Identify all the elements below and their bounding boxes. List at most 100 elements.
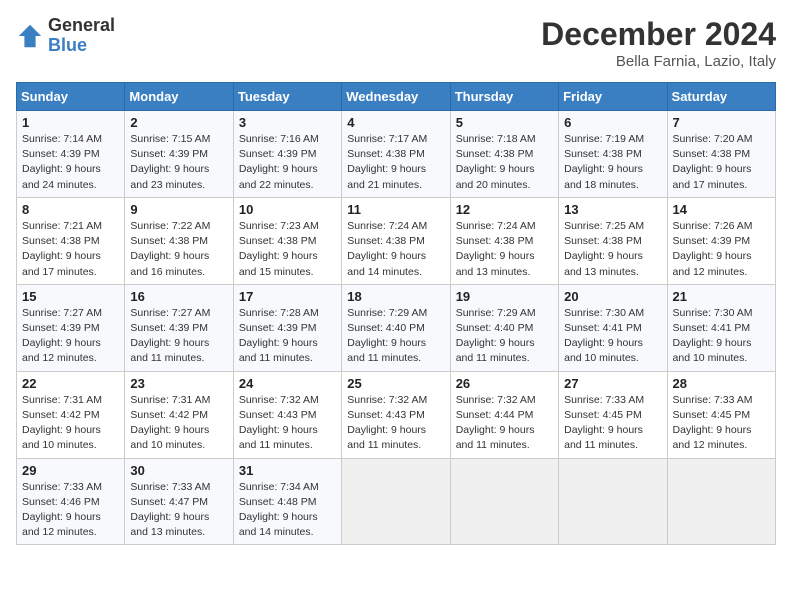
calendar-week-1: 1 Sunrise: 7:14 AMSunset: 4:39 PMDaylight… <box>17 111 776 198</box>
weekday-header-saturday: Saturday <box>667 83 775 111</box>
calendar-table: SundayMondayTuesdayWednesdayThursdayFrid… <box>16 82 776 545</box>
day-number: 31 <box>239 463 336 478</box>
day-info: Sunrise: 7:27 AMSunset: 4:39 PMDaylight:… <box>22 306 119 367</box>
calendar-cell: 6 Sunrise: 7:19 AMSunset: 4:38 PMDaylight… <box>559 111 667 198</box>
calendar-cell: 7 Sunrise: 7:20 AMSunset: 4:38 PMDaylight… <box>667 111 775 198</box>
day-info: Sunrise: 7:27 AMSunset: 4:39 PMDaylight:… <box>130 306 227 367</box>
calendar-cell: 27 Sunrise: 7:33 AMSunset: 4:45 PMDayligh… <box>559 371 667 458</box>
calendar-cell: 29 Sunrise: 7:33 AMSunset: 4:46 PMDayligh… <box>17 458 125 545</box>
day-info: Sunrise: 7:31 AMSunset: 4:42 PMDaylight:… <box>130 393 227 454</box>
calendar-week-2: 8 Sunrise: 7:21 AMSunset: 4:38 PMDaylight… <box>17 197 776 284</box>
day-number: 11 <box>347 202 444 217</box>
calendar-cell: 16 Sunrise: 7:27 AMSunset: 4:39 PMDayligh… <box>125 284 233 371</box>
day-info: Sunrise: 7:32 AMSunset: 4:43 PMDaylight:… <box>239 393 336 454</box>
calendar-week-3: 15 Sunrise: 7:27 AMSunset: 4:39 PMDayligh… <box>17 284 776 371</box>
calendar-cell: 11 Sunrise: 7:24 AMSunset: 4:38 PMDayligh… <box>342 197 450 284</box>
day-info: Sunrise: 7:33 AMSunset: 4:45 PMDaylight:… <box>564 393 661 454</box>
day-number: 23 <box>130 376 227 391</box>
day-info: Sunrise: 7:21 AMSunset: 4:38 PMDaylight:… <box>22 219 119 280</box>
day-info: Sunrise: 7:14 AMSunset: 4:39 PMDaylight:… <box>22 132 119 193</box>
day-info: Sunrise: 7:19 AMSunset: 4:38 PMDaylight:… <box>564 132 661 193</box>
calendar-cell <box>342 458 450 545</box>
calendar-cell: 9Sunrise: 7:22 AMSunset: 4:38 PMDaylight… <box>125 197 233 284</box>
calendar-cell: 10 Sunrise: 7:23 AMSunset: 4:38 PMDayligh… <box>233 197 341 284</box>
day-number: 13 <box>564 202 661 217</box>
day-info: Sunrise: 7:24 AMSunset: 4:38 PMDaylight:… <box>347 219 444 280</box>
day-number: 29 <box>22 463 119 478</box>
calendar-week-5: 29 Sunrise: 7:33 AMSunset: 4:46 PMDayligh… <box>17 458 776 545</box>
day-number: 18 <box>347 289 444 304</box>
weekday-header-wednesday: Wednesday <box>342 83 450 111</box>
calendar-body: 1 Sunrise: 7:14 AMSunset: 4:39 PMDaylight… <box>17 111 776 545</box>
day-number: 30 <box>130 463 227 478</box>
calendar-cell: 23 Sunrise: 7:31 AMSunset: 4:42 PMDayligh… <box>125 371 233 458</box>
day-info: Sunrise: 7:33 AMSunset: 4:46 PMDaylight:… <box>22 480 119 541</box>
calendar-cell <box>667 458 775 545</box>
weekday-row: SundayMondayTuesdayWednesdayThursdayFrid… <box>17 83 776 111</box>
day-number: 21 <box>673 289 770 304</box>
calendar-header: SundayMondayTuesdayWednesdayThursdayFrid… <box>17 83 776 111</box>
day-info: Sunrise: 7:24 AMSunset: 4:38 PMDaylight:… <box>456 219 553 280</box>
day-number: 19 <box>456 289 553 304</box>
day-info: Sunrise: 7:29 AMSunset: 4:40 PMDaylight:… <box>347 306 444 367</box>
logo-icon <box>16 22 44 50</box>
day-number: 7 <box>673 115 770 130</box>
day-number: 17 <box>239 289 336 304</box>
title-block: December 2024 Bella Farnia, Lazio, Italy <box>541 16 776 70</box>
weekday-header-monday: Monday <box>125 83 233 111</box>
day-number: 20 <box>564 289 661 304</box>
calendar-cell: 26Sunrise: 7:32 AMSunset: 4:44 PMDayligh… <box>450 371 558 458</box>
logo-line1: General <box>48 16 115 36</box>
calendar-cell: 13 Sunrise: 7:25 AMSunset: 4:38 PMDayligh… <box>559 197 667 284</box>
logo-text: General Blue <box>48 16 115 56</box>
day-number: 12 <box>456 202 553 217</box>
day-info: Sunrise: 7:33 AMSunset: 4:47 PMDaylight:… <box>130 480 227 541</box>
calendar-cell: 22Sunrise: 7:31 AMSunset: 4:42 PMDayligh… <box>17 371 125 458</box>
day-info: Sunrise: 7:23 AMSunset: 4:38 PMDaylight:… <box>239 219 336 280</box>
day-number: 14 <box>673 202 770 217</box>
day-info: Sunrise: 7:20 AMSunset: 4:38 PMDaylight:… <box>673 132 770 193</box>
location: Bella Farnia, Lazio, Italy <box>541 53 776 70</box>
day-info: Sunrise: 7:32 AMSunset: 4:44 PMDaylight:… <box>456 393 553 454</box>
day-info: Sunrise: 7:30 AMSunset: 4:41 PMDaylight:… <box>673 306 770 367</box>
logo: General Blue <box>16 16 115 56</box>
day-info: Sunrise: 7:26 AMSunset: 4:39 PMDaylight:… <box>673 219 770 280</box>
weekday-header-thursday: Thursday <box>450 83 558 111</box>
day-number: 6 <box>564 115 661 130</box>
calendar-cell: 8 Sunrise: 7:21 AMSunset: 4:38 PMDaylight… <box>17 197 125 284</box>
calendar-cell: 30 Sunrise: 7:33 AMSunset: 4:47 PMDayligh… <box>125 458 233 545</box>
calendar-cell: 24 Sunrise: 7:32 AMSunset: 4:43 PMDayligh… <box>233 371 341 458</box>
day-number: 25 <box>347 376 444 391</box>
day-info: Sunrise: 7:25 AMSunset: 4:38 PMDaylight:… <box>564 219 661 280</box>
calendar-cell: 18 Sunrise: 7:29 AMSunset: 4:40 PMDayligh… <box>342 284 450 371</box>
calendar-week-4: 22Sunrise: 7:31 AMSunset: 4:42 PMDayligh… <box>17 371 776 458</box>
day-number: 16 <box>130 289 227 304</box>
day-number: 27 <box>564 376 661 391</box>
day-number: 28 <box>673 376 770 391</box>
calendar-cell: 31Sunrise: 7:34 AMSunset: 4:48 PMDayligh… <box>233 458 341 545</box>
weekday-header-sunday: Sunday <box>17 83 125 111</box>
day-number: 8 <box>22 202 119 217</box>
calendar-cell: 12 Sunrise: 7:24 AMSunset: 4:38 PMDayligh… <box>450 197 558 284</box>
calendar-cell: 2Sunrise: 7:15 AMSunset: 4:39 PMDaylight… <box>125 111 233 198</box>
calendar-cell: 14 Sunrise: 7:26 AMSunset: 4:39 PMDayligh… <box>667 197 775 284</box>
day-number: 4 <box>347 115 444 130</box>
day-info: Sunrise: 7:29 AMSunset: 4:40 PMDaylight:… <box>456 306 553 367</box>
logo-line2: Blue <box>48 36 115 56</box>
calendar-cell: 17Sunrise: 7:28 AMSunset: 4:39 PMDayligh… <box>233 284 341 371</box>
day-number: 1 <box>22 115 119 130</box>
day-number: 10 <box>239 202 336 217</box>
day-info: Sunrise: 7:17 AMSunset: 4:38 PMDaylight:… <box>347 132 444 193</box>
calendar-cell: 15 Sunrise: 7:27 AMSunset: 4:39 PMDayligh… <box>17 284 125 371</box>
day-info: Sunrise: 7:32 AMSunset: 4:43 PMDaylight:… <box>347 393 444 454</box>
calendar-cell: 5Sunrise: 7:18 AMSunset: 4:38 PMDaylight… <box>450 111 558 198</box>
day-number: 9 <box>130 202 227 217</box>
day-number: 24 <box>239 376 336 391</box>
calendar-cell <box>559 458 667 545</box>
day-info: Sunrise: 7:16 AMSunset: 4:39 PMDaylight:… <box>239 132 336 193</box>
calendar-cell <box>450 458 558 545</box>
day-info: Sunrise: 7:31 AMSunset: 4:42 PMDaylight:… <box>22 393 119 454</box>
day-number: 15 <box>22 289 119 304</box>
weekday-header-tuesday: Tuesday <box>233 83 341 111</box>
weekday-header-friday: Friday <box>559 83 667 111</box>
